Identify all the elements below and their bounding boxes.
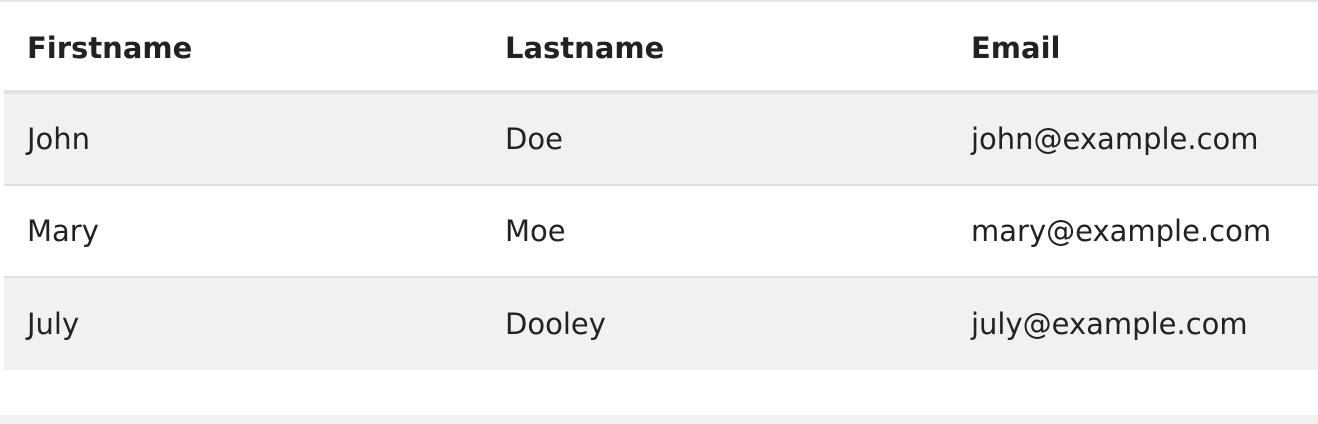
cell-firstname: Mary — [4, 185, 482, 278]
cell-lastname: Dooley — [482, 277, 948, 370]
table-row: Mary Moe mary@example.com — [4, 185, 1318, 278]
column-header-firstname: Firstname — [4, 2, 482, 94]
header-row: Firstname Lastname Email — [4, 2, 1318, 94]
column-header-email: Email — [948, 2, 1318, 94]
table-row: July Dooley july@example.com — [4, 277, 1318, 370]
users-table-container: Firstname Lastname Email John Doe john@e… — [4, 2, 1318, 370]
users-table: Firstname Lastname Email John Doe john@e… — [4, 2, 1318, 370]
cell-firstname: John — [4, 92, 482, 186]
cell-firstname: July — [4, 277, 482, 370]
cell-lastname: Doe — [482, 92, 948, 186]
table-body: John Doe john@example.com Mary Moe mary@… — [4, 92, 1318, 370]
column-header-label: Firstname — [27, 31, 193, 65]
cell-email: john@example.com — [948, 92, 1318, 186]
bottom-band — [0, 415, 1318, 424]
cell-email: july@example.com — [948, 277, 1318, 370]
column-header-label: Email — [971, 31, 1061, 65]
column-header-label: Lastname — [505, 31, 665, 65]
cell-lastname: Moe — [482, 185, 948, 278]
cell-email: mary@example.com — [948, 185, 1318, 278]
column-header-lastname: Lastname — [482, 2, 948, 94]
table-row: John Doe john@example.com — [4, 92, 1318, 186]
table-header: Firstname Lastname Email — [4, 2, 1318, 94]
